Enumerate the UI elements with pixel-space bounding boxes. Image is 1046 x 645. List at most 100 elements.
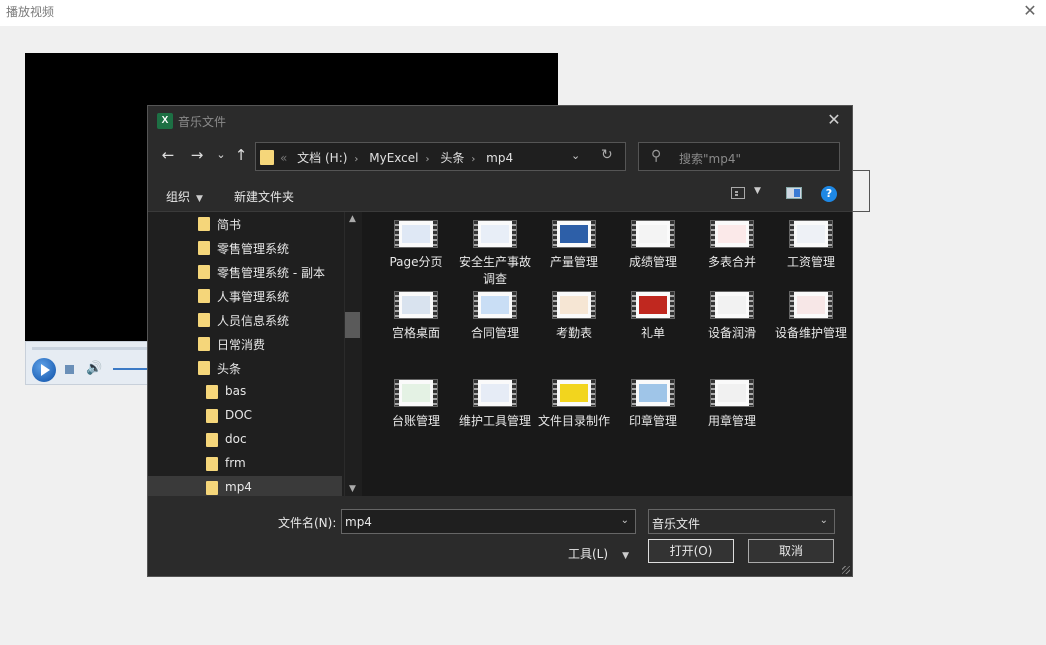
- tree-item[interactable]: 简书: [148, 212, 342, 236]
- scroll-thumb[interactable]: [345, 312, 360, 338]
- tree-item[interactable]: 零售管理系统: [148, 236, 342, 260]
- tree-item-label: mp4: [225, 480, 252, 494]
- address-dropdown-icon[interactable]: ⌄: [571, 149, 580, 162]
- up-arrow-icon[interactable]: ↑: [231, 146, 251, 164]
- tree-item[interactable]: 零售管理系统 - 副本: [148, 260, 342, 284]
- file-item-name: 宫格桌面: [391, 326, 440, 340]
- tree-item-label: bas: [225, 384, 247, 398]
- filename-label: 文件名(N):: [278, 516, 337, 530]
- folder-icon: [206, 481, 218, 495]
- excel-icon: X: [157, 113, 173, 129]
- filetype-select[interactable]: 音乐文件 ⌄: [648, 509, 835, 534]
- file-item-name: 印章管理: [628, 414, 677, 428]
- search-input[interactable]: ⚲ 搜索"mp4": [638, 142, 840, 171]
- tree-item[interactable]: 日常消费: [148, 332, 342, 356]
- tools-button[interactable]: 工具(L) ▼: [568, 545, 629, 562]
- video-thumbnail: [797, 296, 825, 314]
- video-thumbnail: [402, 296, 430, 314]
- dialog-title: 音乐文件: [178, 115, 227, 129]
- breadcrumb-separator-icon: ›: [471, 154, 476, 165]
- filename-dropdown-icon[interactable]: ⌄: [621, 515, 629, 526]
- breadcrumb-item[interactable]: mp4: [486, 151, 513, 165]
- recent-locations-icon[interactable]: ⌄: [211, 148, 231, 161]
- file-item[interactable]: 文件目录制作: [536, 379, 612, 430]
- filename-value: mp4: [345, 515, 372, 529]
- tree-item[interactable]: 人事管理系统: [148, 284, 342, 308]
- view-options-icon[interactable]: [731, 187, 745, 199]
- breadcrumb: « 文档 (H:) › MyExcel › 头条 › mp4: [280, 149, 513, 166]
- resize-grip-icon[interactable]: [842, 566, 850, 574]
- file-item[interactable]: 成绩管理: [615, 220, 691, 271]
- tree-item[interactable]: 人员信息系统: [148, 308, 342, 332]
- tree-item[interactable]: bas: [148, 380, 342, 404]
- tree-item[interactable]: mp4: [148, 476, 342, 496]
- file-item[interactable]: 产量管理: [536, 220, 612, 271]
- tree-item[interactable]: DOC: [148, 404, 342, 428]
- view-dropdown-icon[interactable]: ▼: [754, 186, 761, 196]
- tree-item[interactable]: doc: [148, 428, 342, 452]
- host-window-title: 播放视频: [6, 5, 55, 19]
- file-item[interactable]: Page分页: [378, 220, 454, 271]
- filetype-dropdown-icon[interactable]: ⌄: [820, 515, 828, 526]
- video-thumbnail: [481, 384, 509, 402]
- search-placeholder: 搜索"mp4": [679, 152, 741, 166]
- file-item[interactable]: 安全生产事故调查: [457, 220, 533, 288]
- file-item[interactable]: 礼单: [615, 291, 691, 342]
- breadcrumb-item[interactable]: MyExcel: [369, 151, 418, 165]
- file-item[interactable]: 考勤表: [536, 291, 612, 342]
- file-item[interactable]: 工资管理: [773, 220, 849, 271]
- dialog-close-icon[interactable]: ✕: [824, 110, 844, 129]
- file-item-name: 成绩管理: [628, 255, 677, 269]
- folder-icon: [198, 361, 210, 375]
- file-item[interactable]: 合同管理: [457, 291, 533, 342]
- host-close-icon[interactable]: ✕: [1020, 1, 1040, 21]
- file-item[interactable]: 宫格桌面: [378, 291, 454, 342]
- address-bar[interactable]: « 文档 (H:) › MyExcel › 头条 › mp4 ⌄ ↻: [255, 142, 626, 171]
- cancel-button[interactable]: 取消: [748, 539, 834, 563]
- file-item[interactable]: 设备维护管理: [773, 291, 849, 342]
- preview-pane-icon[interactable]: [786, 187, 802, 199]
- video-file-icon: [473, 220, 517, 248]
- file-item[interactable]: 多表合并: [694, 220, 770, 271]
- file-item-name: 文件目录制作: [537, 414, 610, 428]
- file-item[interactable]: 设备润滑: [694, 291, 770, 342]
- help-icon[interactable]: ?: [821, 186, 837, 202]
- tree-item[interactable]: frm: [148, 452, 342, 476]
- organize-button[interactable]: 组织 ▼: [166, 188, 203, 205]
- video-file-icon: [552, 379, 596, 407]
- stop-button-icon[interactable]: [65, 365, 74, 374]
- file-item-name: 台账管理: [391, 414, 440, 428]
- folder-icon: [206, 409, 218, 423]
- open-button[interactable]: 打开(O): [648, 539, 734, 563]
- tree-scrollbar[interactable]: ▲ ▼: [344, 212, 362, 496]
- caret-down-icon: ▼: [196, 194, 203, 204]
- file-item[interactable]: 用章管理: [694, 379, 770, 430]
- dialog-footer: 文件名(N): mp4 ⌄ 音乐文件 ⌄ 工具(L) ▼ 打开(O) 取消: [148, 496, 852, 576]
- caret-down-icon: ▼: [622, 551, 629, 561]
- video-thumbnail: [639, 384, 667, 402]
- folder-icon: [206, 433, 218, 447]
- breadcrumb-item[interactable]: 文档 (H:): [297, 151, 347, 165]
- file-open-dialog: X 音乐文件 ✕ ← → ⌄ ↑ « 文档 (H:) › MyExcel › 头条 ›…: [147, 105, 853, 577]
- play-button-icon[interactable]: [32, 358, 56, 382]
- video-file-icon: [789, 291, 833, 319]
- new-folder-button[interactable]: 新建文件夹: [234, 188, 294, 205]
- back-arrow-icon[interactable]: ←: [158, 146, 178, 164]
- forward-arrow-icon[interactable]: →: [187, 146, 207, 164]
- refresh-icon[interactable]: ↻: [601, 147, 613, 163]
- tree-item[interactable]: 头条: [148, 356, 342, 380]
- tree-item-label: 零售管理系统 - 副本: [217, 266, 325, 280]
- file-item[interactable]: 维护工具管理: [457, 379, 533, 430]
- video-thumbnail: [718, 296, 746, 314]
- file-item[interactable]: 台账管理: [378, 379, 454, 430]
- chevron-left-icon[interactable]: «: [280, 151, 287, 165]
- file-item[interactable]: 印章管理: [615, 379, 691, 430]
- filename-input[interactable]: mp4 ⌄: [341, 509, 636, 534]
- file-item-name: 用章管理: [707, 414, 756, 428]
- volume-icon[interactable]: 🔊: [86, 361, 102, 376]
- file-item-name: 设备润滑: [707, 326, 756, 340]
- scroll-down-icon[interactable]: ▼: [349, 484, 356, 494]
- scroll-up-icon[interactable]: ▲: [349, 214, 356, 224]
- video-thumbnail: [481, 225, 509, 243]
- breadcrumb-item[interactable]: 头条: [440, 151, 464, 165]
